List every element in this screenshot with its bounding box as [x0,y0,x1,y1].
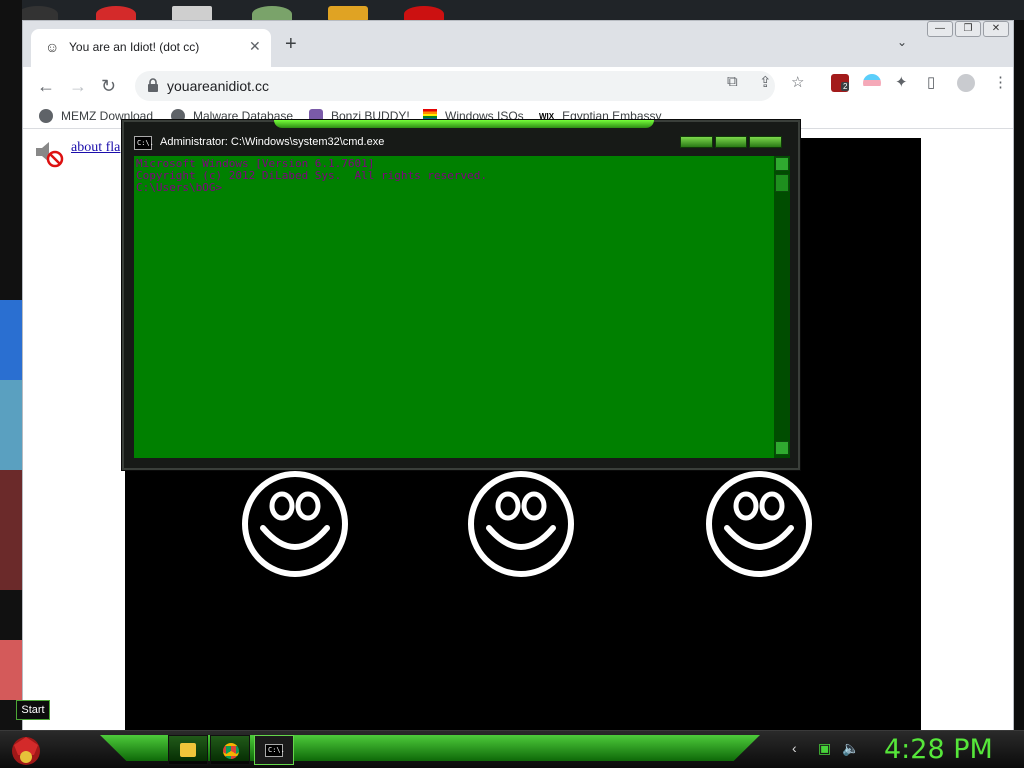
close-window-icon[interactable]: ✕ [983,21,1009,37]
taskbar-clock[interactable]: 4:28 PM [884,734,993,765]
address-bar[interactable]: youareanidiot.cc [135,71,775,101]
flag-extension-icon[interactable] [863,74,881,92]
cmd-app-icon: C:\. [134,136,154,150]
tray-arrow-icon[interactable]: ‹ [792,740,797,756]
cmd-maximize-icon[interactable] [714,136,748,148]
cmd-window-title: Administrator: C:\Windows\system32\cmd.e… [160,136,385,148]
popup-blocked-icon[interactable]: ⧉ [727,73,738,90]
scroll-thumb[interactable] [775,174,789,192]
start-orb-icon[interactable] [6,731,46,768]
extension-badge: 2 [841,82,850,91]
cmd-icon: C:\. [265,744,285,757]
taskbar-chrome-button[interactable] [210,735,250,765]
globe-icon [39,109,53,123]
start-tooltip: Start [16,700,50,720]
reload-icon[interactable]: ↻ [101,75,116,97]
profile-avatar-icon[interactable] [957,74,975,92]
back-arrow-icon[interactable]: ← [37,75,55,97]
share-icon[interactable]: ⇪ [759,73,772,91]
no-sound-icon [36,142,64,168]
tab-active[interactable]: ☺ You are an Idiot! (dot cc) ✕ [31,29,271,67]
smiley-face-icon [242,471,348,577]
desktop-left-edge [0,0,22,730]
taskbar-explorer-button[interactable] [168,735,208,765]
about-link[interactable]: about fla [71,140,120,156]
smiley-face-icon [706,471,812,577]
url-text: youareanidiot.cc [167,78,269,94]
smiley-face-icon [468,471,574,577]
network-icon[interactable]: ▣ [818,740,831,757]
bookmark-star-icon[interactable]: ☆ [791,73,804,91]
maximize-icon[interactable]: ❐ [955,21,981,37]
lock-icon[interactable] [147,78,159,92]
ublock-extension-icon[interactable]: 2 [831,74,850,92]
scroll-down-icon[interactable] [775,441,789,455]
cmd-window-controls [680,136,783,148]
menu-kebab-icon[interactable]: ⋮ [993,73,1008,91]
desktop-top-icons [0,0,1024,22]
chrome-icon [223,743,239,759]
cmd-console[interactable]: Microsoft Windows [Version 6.1.7601] Cop… [134,156,774,458]
console-line: Copyright (c) 2012 DiLabed Sys. All righ… [136,169,487,182]
extensions-puzzle-icon[interactable]: ✦ [895,73,908,91]
smiley-favicon-icon: ☺ [45,39,60,55]
window-controls: — ❐ ✕ [927,21,1013,39]
tab-close-icon[interactable]: ✕ [249,38,261,55]
new-tab-icon[interactable]: + [285,34,297,54]
cmd-window[interactable]: C:\. Administrator: C:\Windows\system32\… [122,120,800,470]
cmd-scrollbar[interactable] [774,156,790,458]
taskbar-cmd-button[interactable]: C:\. [254,735,294,765]
side-panel-icon[interactable]: ▯ [927,73,935,91]
tab-search-chevron-icon[interactable]: ⌄ [897,35,907,49]
tab-title: You are an Idiot! (dot cc) [69,40,200,54]
console-prompt: C:\Users\bOG> [136,181,223,194]
taskbar: C:\. ‹ ▣ 🔈 4:28 PM [0,730,1024,768]
scroll-up-icon[interactable] [775,157,789,171]
cmd-titlebar[interactable]: C:\. Administrator: C:\Windows\system32\… [124,122,798,156]
tab-strip: ☺ You are an Idiot! (dot cc) ✕ + ⌄ — ❐ ✕ [23,21,1013,67]
forward-arrow-icon[interactable]: → [69,75,87,97]
cmd-close-icon[interactable] [749,136,783,148]
volume-icon[interactable]: 🔈 [842,740,859,757]
minimize-icon[interactable]: — [927,21,953,37]
folder-icon [180,743,196,757]
browser-toolbar: ← → ↻ youareanidiot.cc ⧉ ⇪ ☆ 2 ✦ ▯ ⋮ [23,67,1013,107]
cmd-minimize-icon[interactable] [680,136,713,148]
